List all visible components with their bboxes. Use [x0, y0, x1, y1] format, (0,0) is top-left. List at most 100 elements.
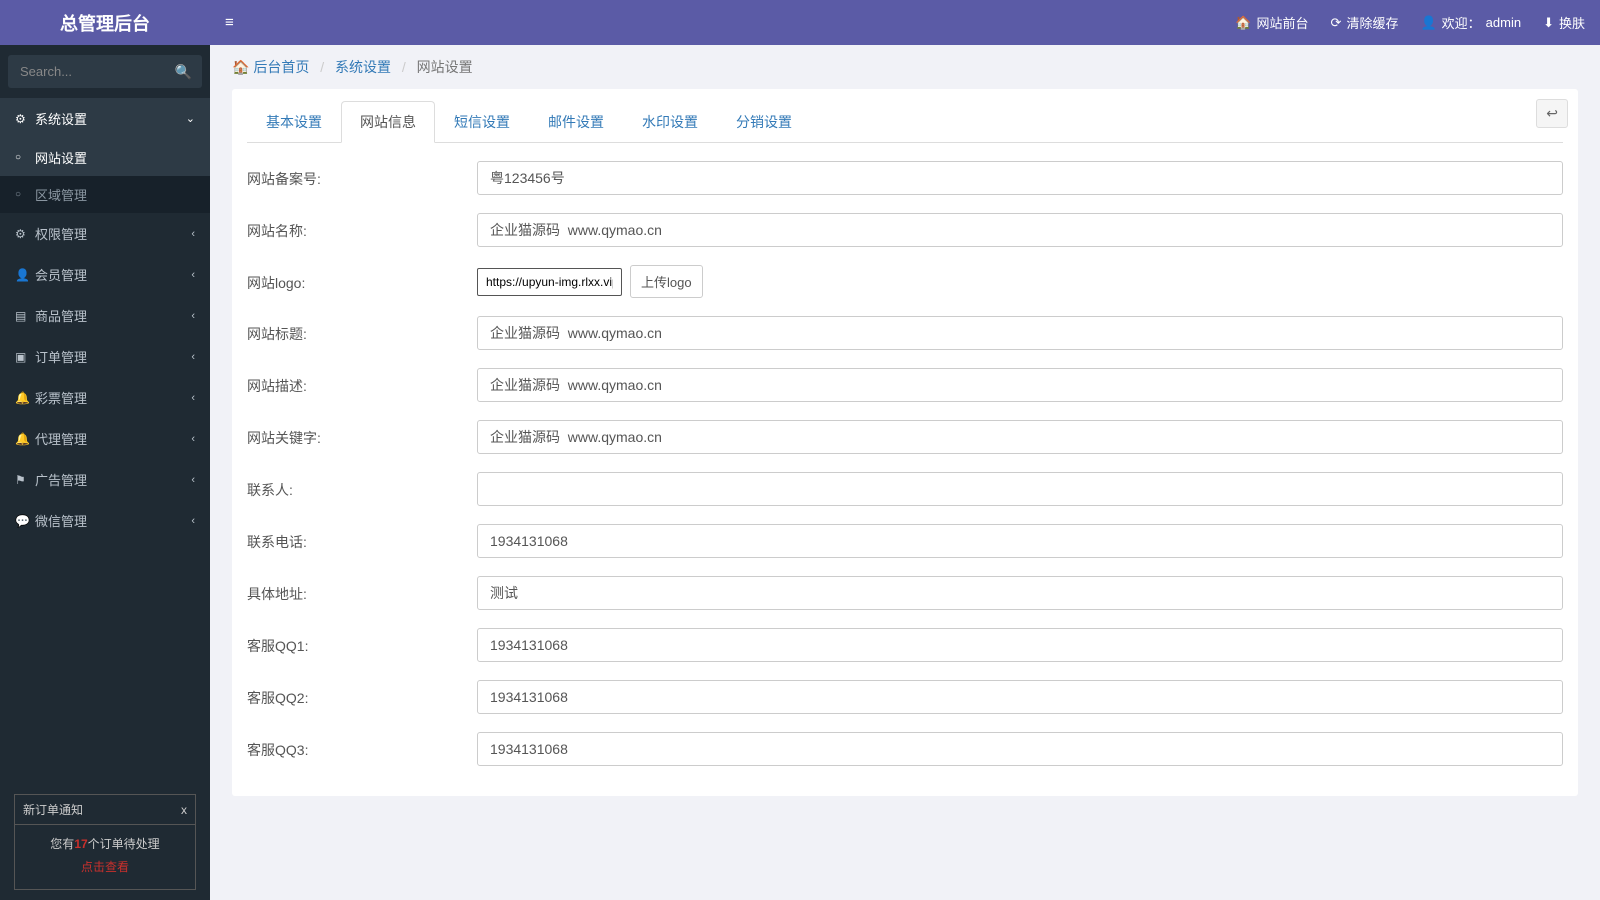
tab-mail-settings[interactable]: 邮件设置	[529, 101, 623, 143]
notification-header: 新订单通知 x	[15, 795, 195, 825]
sidebar-item-label: 商品管理	[35, 306, 87, 325]
sidebar-item-lottery[interactable]: 🔔 彩票管理 ‹	[0, 377, 210, 418]
chevron-left-icon: ‹	[191, 474, 195, 486]
circle-icon: ○	[15, 189, 35, 200]
breadcrumb: 🏠 后台首页 / 系统设置 / 网站设置	[210, 45, 1600, 89]
sidebar-item-label: 权限管理	[35, 224, 87, 243]
main-area: ≡ 🏠 网站前台 ⟳ 清除缓存 👤 欢迎： admin ⬇ 换	[210, 0, 1600, 900]
input-qq1[interactable]	[477, 628, 1563, 662]
notification-view-link[interactable]: 点击查看	[23, 858, 187, 875]
label-qq2: 客服QQ2:	[247, 680, 477, 708]
sidebar-item-permission[interactable]: ⚙ 权限管理 ‹	[0, 213, 210, 254]
home-icon: 🏠	[1235, 15, 1251, 31]
bell-icon: 🔔	[15, 391, 35, 405]
label-site-name: 网站名称:	[247, 213, 477, 241]
search-icon[interactable]: 🔍	[175, 63, 192, 80]
notification-count: 17	[74, 837, 87, 851]
sidebar-item-system-settings[interactable]: ⚙ 系统设置 ⌄	[0, 98, 210, 139]
tab-distribution-settings[interactable]: 分销设置	[717, 101, 811, 143]
download-icon: ⬇	[1543, 15, 1554, 31]
sidebar-item-label: 代理管理	[35, 429, 87, 448]
content: ↩ 基本设置 网站信息 短信设置 邮件设置 水印设置 分销设置 网站备案号: 网…	[210, 89, 1600, 900]
home-icon: 🏠	[232, 59, 249, 75]
order-notification: 新订单通知 x 您有17个订单待处理 点击查看	[14, 794, 196, 890]
list-icon: ▣	[15, 350, 35, 364]
topbar-clear-cache[interactable]: ⟳ 清除缓存	[1331, 13, 1399, 32]
input-site-desc[interactable]	[477, 368, 1563, 402]
sidebar-item-agent[interactable]: 🔔 代理管理 ‹	[0, 418, 210, 459]
sidebar-item-advertise[interactable]: ⚑ 广告管理 ‹	[0, 459, 210, 500]
sidebar-item-label: 系统设置	[35, 109, 87, 128]
sidebar-item-label: 订单管理	[35, 347, 87, 366]
menu-toggle-icon[interactable]: ≡	[225, 14, 234, 31]
refresh-icon: ⟳	[1331, 15, 1342, 31]
label-site-keywords: 网站关键字:	[247, 420, 477, 448]
gears-icon: ⚙	[15, 227, 35, 241]
chevron-left-icon: ‹	[191, 433, 195, 445]
label-contact: 联系人:	[247, 472, 477, 500]
sidebar-item-product[interactable]: ▤ 商品管理 ‹	[0, 295, 210, 336]
input-contact[interactable]	[477, 472, 1563, 506]
input-site-title[interactable]	[477, 316, 1563, 350]
sidebar-sub-site-settings[interactable]: ○ 网站设置	[0, 139, 210, 176]
topbar-frontend-link[interactable]: 🏠 网站前台	[1235, 13, 1308, 32]
topbar-user[interactable]: 👤 欢迎： admin	[1420, 13, 1521, 32]
input-phone[interactable]	[477, 524, 1563, 558]
topbar: ≡ 🏠 网站前台 ⟳ 清除缓存 👤 欢迎： admin ⬇ 换	[210, 0, 1600, 45]
tab-basic-settings[interactable]: 基本设置	[247, 101, 341, 143]
sidebar-sub-label: 网站设置	[35, 148, 87, 167]
sidebar-logo: 总管理后台	[0, 0, 210, 45]
user-icon: 👤	[1420, 15, 1436, 31]
label-address: 具体地址:	[247, 576, 477, 604]
chevron-left-icon: ‹	[191, 228, 195, 240]
notification-body: 您有17个订单待处理 点击查看	[15, 825, 195, 889]
search-box: 🔍	[0, 45, 210, 98]
notification-text-post: 个订单待处理	[88, 837, 160, 851]
input-site-keywords[interactable]	[477, 420, 1563, 454]
chevron-down-icon: ⌄	[186, 112, 195, 125]
search-input[interactable]	[8, 55, 202, 88]
chevron-left-icon: ‹	[191, 310, 195, 322]
sidebar-item-label: 微信管理	[35, 511, 87, 530]
breadcrumb-home[interactable]: 后台首页	[253, 59, 309, 75]
sidebar-item-wechat[interactable]: 💬 微信管理 ‹	[0, 500, 210, 541]
tab-site-info[interactable]: 网站信息	[341, 101, 435, 143]
bell-icon: 🔔	[15, 432, 35, 446]
input-qq3[interactable]	[477, 732, 1563, 766]
sidebar-sub-label: 区域管理	[35, 185, 87, 204]
label-record-no: 网站备案号:	[247, 161, 477, 189]
input-site-name[interactable]	[477, 213, 1563, 247]
label-qq3: 客服QQ3:	[247, 732, 477, 760]
notification-title: 新订单通知	[23, 801, 83, 818]
chevron-left-icon: ‹	[191, 351, 195, 363]
breadcrumb-sep: /	[402, 59, 406, 75]
tab-sms-settings[interactable]: 短信设置	[435, 101, 529, 143]
chevron-left-icon: ‹	[191, 269, 195, 281]
sidebar-item-label: 彩票管理	[35, 388, 87, 407]
sidebar-item-order[interactable]: ▣ 订单管理 ‹	[0, 336, 210, 377]
breadcrumb-sep: /	[320, 59, 324, 75]
tabs: 基本设置 网站信息 短信设置 邮件设置 水印设置 分销设置	[247, 101, 1563, 143]
breadcrumb-mid[interactable]: 系统设置	[335, 59, 391, 75]
input-site-logo[interactable]	[477, 268, 622, 296]
sidebar-sub-region[interactable]: ○ 区域管理	[0, 176, 210, 213]
input-address[interactable]	[477, 576, 1563, 610]
input-qq2[interactable]	[477, 680, 1563, 714]
nav-menu: ⚙ 系统设置 ⌄ ○ 网站设置 ○ 区域管理 ⚙ 权限管理 ‹ 👤	[0, 98, 210, 900]
panel: ↩ 基本设置 网站信息 短信设置 邮件设置 水印设置 分销设置 网站备案号: 网…	[232, 89, 1578, 796]
gear-icon: ⚙	[15, 112, 35, 126]
upload-logo-button[interactable]: 上传logo	[630, 265, 703, 298]
nav-submenu: ○ 网站设置 ○ 区域管理	[0, 139, 210, 213]
input-record-no[interactable]	[477, 161, 1563, 195]
topbar-skin[interactable]: ⬇ 换肤	[1543, 13, 1585, 32]
close-icon[interactable]: x	[181, 803, 187, 817]
sidebar-item-member[interactable]: 👤 会员管理 ‹	[0, 254, 210, 295]
user-icon: 👤	[15, 268, 35, 282]
tab-watermark-settings[interactable]: 水印设置	[623, 101, 717, 143]
circle-icon: ○	[15, 152, 35, 163]
back-button[interactable]: ↩	[1536, 99, 1568, 128]
breadcrumb-current: 网站设置	[417, 59, 473, 75]
sidebar: 总管理后台 🔍 ⚙ 系统设置 ⌄ ○ 网站设置 ○ 区域管理	[0, 0, 210, 900]
chevron-left-icon: ‹	[191, 515, 195, 527]
sidebar-item-label: 会员管理	[35, 265, 87, 284]
